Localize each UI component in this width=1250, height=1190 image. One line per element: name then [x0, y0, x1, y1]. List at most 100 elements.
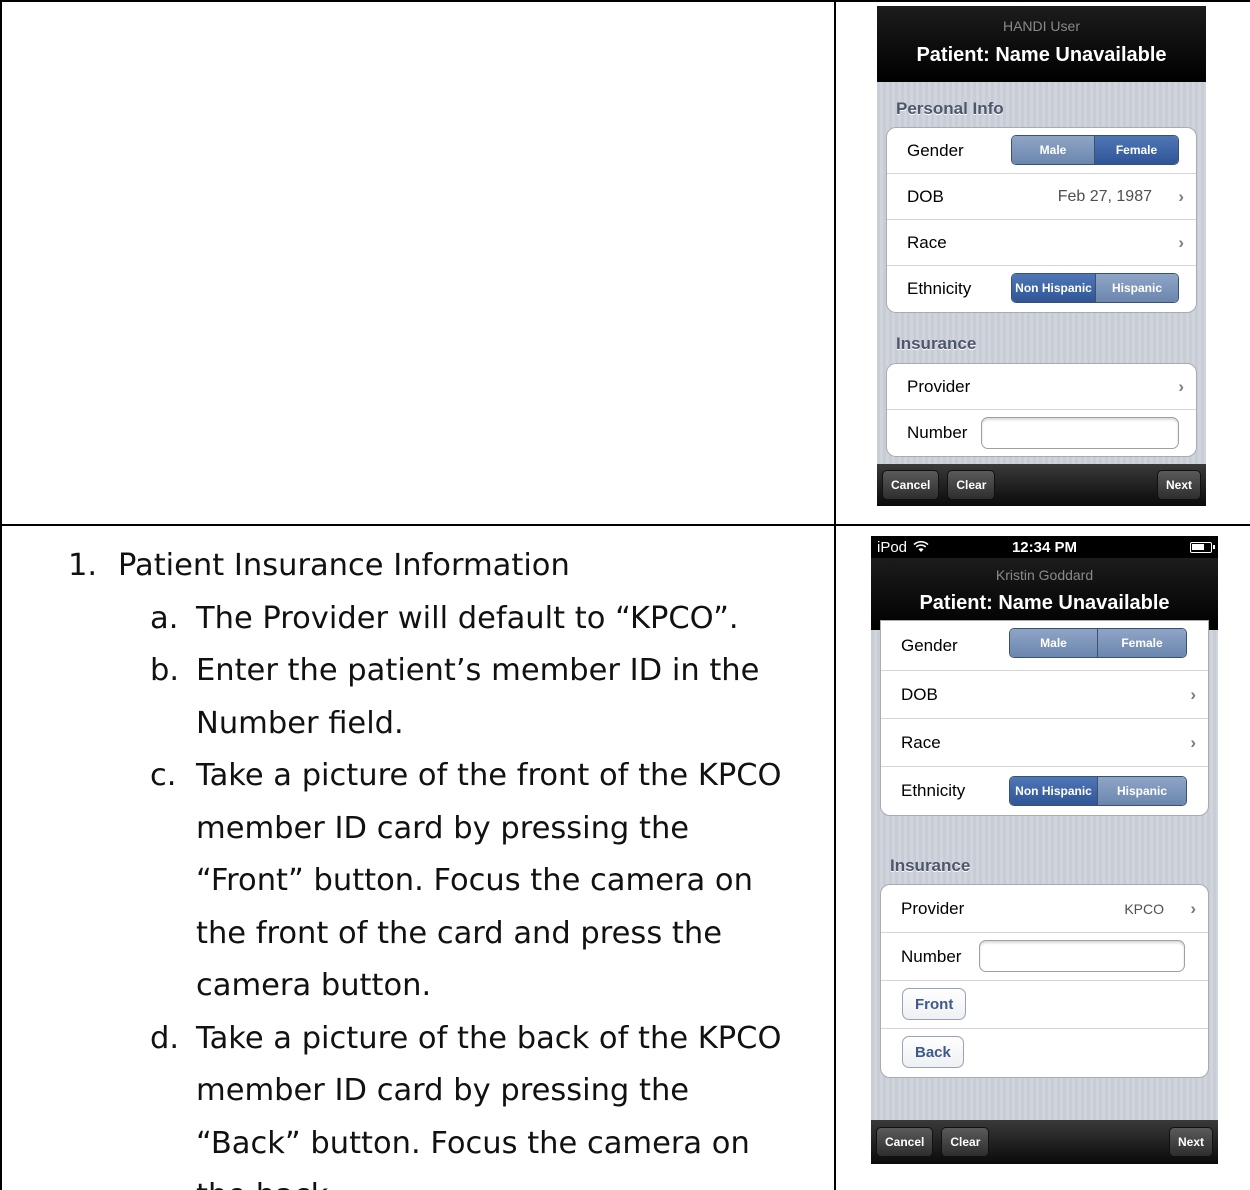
battery-icon [1190, 541, 1215, 553]
front-row: Front [881, 981, 1208, 1029]
clear-button[interactable]: Clear [941, 1127, 990, 1157]
race-label: Race [901, 732, 941, 752]
substep-letter: a. [150, 600, 179, 636]
gender-segmented-control: Male Female [1011, 135, 1179, 165]
instructions: 1. Patient Insurance Information a. The … [68, 540, 828, 1190]
substep-text: Enter the patient’s member ID in the Num… [196, 653, 760, 741]
number-row: Number [881, 933, 1208, 981]
ethnicity-segmented-control: Non Hispanic Hispanic [1009, 776, 1187, 806]
gender-option-female[interactable]: Female [1095, 136, 1178, 164]
substep-b: b. Enter the patient’s member ID in the … [150, 645, 828, 750]
chevron-right-icon: › [1190, 732, 1196, 752]
cancel-button[interactable]: Cancel [876, 1127, 934, 1157]
substep-text: Take a picture of the back of the KPCO m… [196, 1020, 782, 1190]
gender-segmented-control: Male Female [1009, 628, 1187, 658]
chevron-right-icon: › [1178, 232, 1184, 252]
status-bar: iPod 12:34 PM [871, 536, 1218, 558]
carrier: iPod [877, 539, 929, 556]
step-title: Patient Insurance Information [118, 548, 570, 583]
race-label: Race [907, 232, 947, 252]
bottom-toolbar: Cancel Clear Next [877, 464, 1206, 506]
ethnicity-option-hispanic[interactable]: Hispanic [1095, 274, 1178, 302]
insurance-group: Provider › Number [886, 363, 1197, 457]
provider-label: Provider [901, 898, 965, 918]
number-label: Number [901, 946, 962, 966]
gender-option-female[interactable]: Female [1098, 629, 1186, 657]
nav-title: Patient: Name Unavailable [919, 592, 1170, 614]
gender-label: Gender [907, 140, 964, 160]
gender-row: Gender Male Female [881, 621, 1208, 671]
table-border-top [0, 0, 1250, 2]
gender-label: Gender [901, 635, 958, 655]
gender-option-male[interactable]: Male [1012, 136, 1095, 164]
substep-text: Take a picture of the front of the KPCO … [196, 758, 782, 1003]
dob-row[interactable]: DOB Feb 27, 1987 › [887, 174, 1196, 220]
step-number: 1. [68, 548, 98, 583]
next-button[interactable]: Next [1168, 1127, 1213, 1157]
table-row-divider [0, 524, 1250, 526]
table-border-middle [834, 0, 836, 1190]
phone-screen-personal-info: HANDI User Patient: Name Unavailable Per… [877, 6, 1206, 506]
next-button[interactable]: Next [1156, 470, 1201, 500]
number-label: Number [907, 423, 968, 442]
wifi-icon [913, 541, 929, 552]
provider-row[interactable]: Provider KPCO › [881, 885, 1208, 933]
ethnicity-label: Ethnicity [907, 279, 972, 298]
cancel-button[interactable]: Cancel [882, 470, 940, 500]
substep-d: d. Take a picture of the back of the KPC… [150, 1013, 828, 1190]
front-button[interactable]: Front [902, 988, 967, 1020]
phone-screen-insurance: iPod 12:34 PM Kristin Goddard Patient: N… [871, 536, 1218, 1164]
chevron-right-icon: › [1178, 376, 1184, 396]
section-header-insurance: Insurance [890, 856, 971, 875]
ethnicity-row: Ethnicity Non Hispanic Hispanic [887, 266, 1196, 312]
ethnicity-segmented-control: Non Hispanic Hispanic [1011, 273, 1179, 303]
table-border-left [0, 0, 2, 1190]
insurance-group: Provider KPCO › Number Front Back [880, 884, 1209, 1078]
dob-label: DOB [901, 684, 938, 704]
number-row: Number [887, 410, 1196, 456]
substep-a: a. The Provider will default to “KPCO”. [150, 593, 828, 646]
substep-letter: d. [150, 1020, 180, 1056]
step-1: 1. Patient Insurance Information [68, 540, 828, 593]
chevron-right-icon: › [1190, 898, 1196, 918]
substep-c: c. Take a picture of the front of the KP… [150, 750, 828, 1013]
back-row: Back [881, 1029, 1208, 1077]
substeps: a. The Provider will default to “KPCO”. … [150, 593, 828, 1190]
chevron-right-icon: › [1190, 684, 1196, 704]
form-content: Personal Info Gender Male Female DOB Feb… [877, 82, 1206, 464]
number-input[interactable] [981, 417, 1179, 449]
back-button[interactable]: Back [902, 1036, 964, 1068]
ethnicity-label: Ethnicity [901, 781, 966, 800]
ethnicity-row: Ethnicity Non Hispanic Hispanic [881, 767, 1208, 815]
nav-user-name: HANDI User [1002, 18, 1080, 34]
ethnicity-option-hispanic[interactable]: Hispanic [1098, 777, 1186, 805]
nav-title: Patient: Name Unavailable [916, 44, 1167, 66]
race-row[interactable]: Race › [881, 719, 1208, 767]
personal-info-group: Gender Male Female DOB › Race › Ethnicit… [880, 620, 1209, 816]
clear-button[interactable]: Clear [947, 470, 996, 500]
ethnicity-option-non-hispanic[interactable]: Non Hispanic [1010, 777, 1098, 805]
provider-value: KPCO [1124, 900, 1164, 917]
gender-option-male[interactable]: Male [1010, 629, 1098, 657]
section-header-personal-info: Personal Info [896, 99, 1004, 118]
nav-user-name: Kristin Goddard [995, 567, 1094, 583]
substep-letter: c. [150, 758, 177, 793]
dob-label: DOB [907, 186, 944, 206]
race-row[interactable]: Race › [887, 220, 1196, 266]
ethnicity-option-non-hispanic[interactable]: Non Hispanic [1012, 274, 1095, 302]
number-input[interactable] [979, 940, 1185, 972]
provider-row[interactable]: Provider › [887, 364, 1196, 410]
carrier-label: iPod [877, 538, 908, 556]
form-content: Gender Male Female DOB › Race › Ethnicit… [871, 620, 1218, 1120]
gender-row: Gender Male Female [887, 128, 1196, 174]
substep-text: The Provider will default to “KPCO”. [196, 600, 739, 636]
substep-letter: b. [150, 653, 180, 688]
personal-info-group: Gender Male Female DOB Feb 27, 1987 › Ra… [886, 127, 1197, 313]
dob-row[interactable]: DOB › [881, 671, 1208, 719]
chevron-right-icon: › [1178, 186, 1184, 206]
nav-bar: HANDI User Patient: Name Unavailable [877, 6, 1206, 82]
provider-label: Provider [907, 376, 971, 396]
section-header-insurance: Insurance [896, 334, 977, 353]
bottom-toolbar: Cancel Clear Next [871, 1120, 1218, 1164]
dob-value: Feb 27, 1987 [1057, 187, 1152, 205]
